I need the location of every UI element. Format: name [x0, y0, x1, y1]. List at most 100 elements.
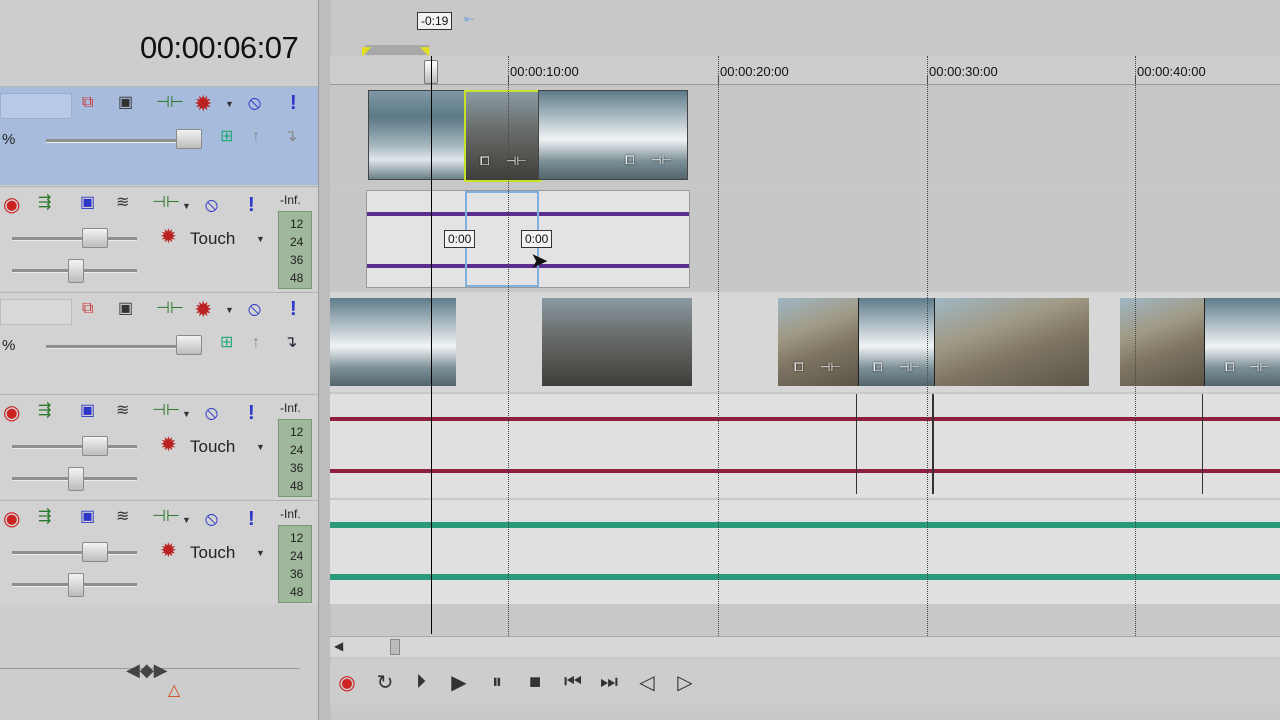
lane-audio-3[interactable] — [330, 500, 1280, 604]
chevron-down-icon[interactable]: ▼ — [225, 99, 234, 109]
track-header-audio-1[interactable]: ◉ ⇶ ▣ ≋ ⊣⊢ ▼ ⦸ ! -Inf. ✹ Touch ▼ 12 24 3… — [0, 186, 318, 291]
track-header-audio-3[interactable]: ◉ ⇶ ▣ ≋ ⊣⊢ ▼ ⦸ ! -Inf. ✹ Touch ▼ 12 24 3… — [0, 500, 318, 605]
envelope-icon[interactable]: ≋ — [116, 403, 129, 419]
lane-video-1[interactable]: ⧠ ⊣⊢ ⧠ ⊣⊢ — [330, 86, 1280, 184]
volume-slider-thumb[interactable] — [82, 228, 108, 248]
composite-mode-icon[interactable]: ⊣⊢ — [156, 301, 184, 317]
automation-mode-label[interactable]: Touch — [190, 437, 235, 457]
next-frame-icon[interactable]: ▷ — [670, 668, 700, 696]
play-icon[interactable]: ▶ — [444, 668, 474, 696]
track-header-audio-2[interactable]: ◉ ⇶ ▣ ≋ ⊣⊢ ▼ ⦸ ! -Inf. ✹ Touch ▼ 12 24 3… — [0, 394, 318, 499]
envelope-icon[interactable]: ≋ — [116, 509, 129, 525]
composite-mode-icon[interactable]: ⊣⊢ — [156, 95, 184, 111]
gear-icon[interactable]: ✹ — [160, 227, 177, 247]
volume-slider-track[interactable] — [12, 445, 137, 449]
stop-icon[interactable]: ■ — [520, 668, 550, 696]
video-clip-selected[interactable]: ⧠ ⊣⊢ — [464, 90, 542, 182]
gear-icon[interactable]: ✹ — [160, 541, 177, 561]
level-slider-track[interactable] — [46, 345, 196, 349]
pan-icon[interactable]: ⊣⊢ — [152, 403, 180, 419]
track-fx-icon[interactable]: ▣ — [118, 301, 133, 317]
volume-slider-track[interactable] — [12, 551, 137, 555]
level-slider-track[interactable] — [46, 139, 196, 143]
envelope-icon[interactable]: ≋ — [116, 195, 129, 211]
event-fx-icon[interactable]: ⊣⊢ — [820, 360, 841, 374]
mute-icon[interactable]: ⦸ — [205, 195, 218, 215]
chevron-down-icon[interactable]: ▼ — [256, 548, 265, 558]
lane-audio-2[interactable] — [330, 394, 1280, 498]
compositing-child-icon[interactable]: ⊞ — [220, 335, 233, 351]
chevron-down-icon[interactable]: ▼ — [256, 234, 265, 244]
automation-mode-label[interactable]: Touch — [190, 543, 235, 563]
chevron-down-icon[interactable]: ▼ — [225, 305, 234, 315]
automation-icon[interactable]: ▣ — [80, 403, 95, 419]
chevron-down-icon[interactable]: ▼ — [256, 442, 265, 452]
audio-fx-icon[interactable]: ⇶ — [38, 403, 51, 419]
playhead-line[interactable] — [431, 56, 432, 634]
video-clip[interactable] — [368, 90, 466, 180]
mute-icon[interactable]: ⦸ — [205, 509, 218, 529]
pan-slider-thumb[interactable] — [68, 467, 84, 491]
volume-slider-thumb[interactable] — [82, 542, 108, 562]
video-clip[interactable] — [330, 298, 456, 386]
compositing-child-icon[interactable]: ⊞ — [220, 129, 233, 145]
pan-icon[interactable]: ⊣⊢ — [152, 195, 180, 211]
scroll-left-icon[interactable]: ◀ — [334, 639, 343, 653]
mute-icon[interactable]: ⦸ — [248, 299, 261, 319]
go-to-start-icon[interactable]: ⏮ — [558, 668, 588, 696]
level-slider-thumb[interactable] — [176, 335, 202, 355]
crop-icon[interactable]: ⧠ — [625, 153, 635, 168]
track-header-video-1[interactable]: ⧉ ▣ ⊣⊢ ✹ ▼ ⦸ ! % ⊞ ↑ ↴ — [0, 86, 318, 185]
play-from-start-icon[interactable]: ⏵ — [406, 668, 436, 696]
video-clip[interactable]: ⧠ ⊣⊢ — [858, 298, 935, 386]
video-clip[interactable] — [542, 298, 692, 386]
pan-slider-thumb[interactable] — [68, 259, 84, 283]
video-clip[interactable] — [934, 298, 1089, 386]
crop-icon[interactable]: ⧠ — [794, 360, 804, 375]
track-header-video-2[interactable]: ⧉ ▣ ⊣⊢ ✹ ▼ ⦸ ! % ⊞ ↑ ↴ — [0, 292, 318, 393]
video-clip[interactable]: ⧠ ⊣⊢ — [778, 298, 858, 386]
scrub-warning-icon[interactable]: △ — [168, 680, 180, 700]
previous-frame-icon[interactable]: ◁ — [632, 668, 662, 696]
event-fx-icon[interactable]: ⊣⊢ — [651, 153, 672, 167]
make-parent-icon[interactable]: ↑ — [252, 129, 260, 145]
shuttle-arrows-icon[interactable]: ◀◆▶ — [126, 660, 168, 681]
video-clip[interactable]: ⧠ ⊣⊢ — [538, 90, 688, 180]
track-motion-icon[interactable]: ⧉ — [82, 95, 93, 111]
level-slider-thumb[interactable] — [176, 129, 202, 149]
make-parent-icon[interactable]: ↑ — [252, 335, 260, 351]
scrollbar-thumb[interactable] — [390, 639, 400, 655]
gear-icon[interactable]: ✹ — [160, 435, 177, 455]
record-arm-icon[interactable]: ◉ — [3, 509, 20, 529]
audio-fx-icon[interactable]: ⇶ — [38, 509, 51, 525]
record-arm-icon[interactable]: ◉ — [3, 195, 20, 215]
crop-icon[interactable]: ⧠ — [873, 360, 883, 375]
track-name-field[interactable] — [0, 93, 72, 119]
chevron-down-icon[interactable]: ▼ — [182, 515, 191, 525]
crop-icon[interactable]: ⧠ — [1225, 360, 1235, 375]
volume-slider-track[interactable] — [12, 237, 137, 241]
video-clip[interactable] — [1120, 298, 1204, 386]
go-to-end-icon[interactable]: ⏭ — [594, 668, 624, 696]
pan-icon[interactable]: ⊣⊢ — [152, 509, 180, 525]
solo-icon[interactable]: ! — [248, 509, 255, 529]
loop-icon[interactable]: ↻ — [370, 668, 400, 696]
solo-icon[interactable]: ! — [290, 93, 297, 113]
mute-icon[interactable]: ⦸ — [248, 93, 261, 113]
solo-icon[interactable]: ! — [248, 195, 255, 215]
event-fx-icon[interactable]: ⊣⊢ — [1249, 360, 1270, 374]
record-arm-icon[interactable]: ◉ — [3, 403, 20, 423]
gear-icon[interactable]: ✹ — [194, 93, 212, 115]
mute-icon[interactable]: ⦸ — [205, 403, 218, 423]
audio-fx-icon[interactable]: ⇶ — [38, 195, 51, 211]
lane-audio-1[interactable]: 0:00 0:00 ➤ — [330, 186, 1280, 290]
event-fx-icon[interactable]: ⊣⊢ — [506, 154, 527, 168]
make-child-icon[interactable]: ↴ — [284, 129, 297, 145]
chevron-down-icon[interactable]: ▼ — [182, 409, 191, 419]
volume-slider-thumb[interactable] — [82, 436, 108, 456]
track-name-field[interactable] — [0, 299, 72, 325]
solo-icon[interactable]: ! — [290, 299, 297, 319]
crop-icon[interactable]: ⧠ — [480, 154, 490, 169]
time-ruler[interactable]: 00:00:10:00 00:00:20:00 00:00:30:00 00:0… — [330, 56, 1280, 85]
gear-icon[interactable]: ✹ — [194, 299, 212, 321]
